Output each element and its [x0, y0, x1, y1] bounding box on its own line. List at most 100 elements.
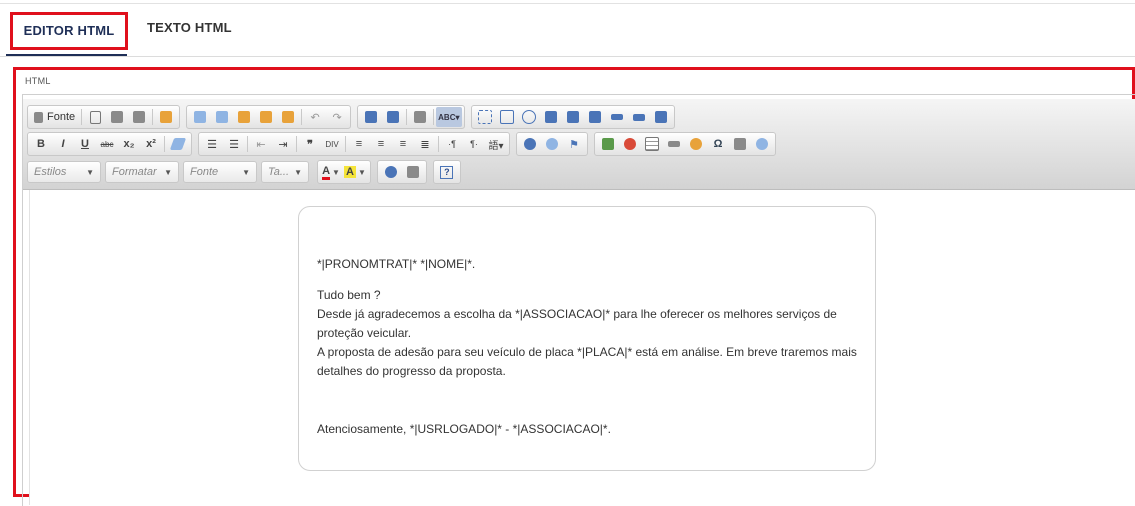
unlink-button[interactable]: [541, 134, 563, 154]
justify-button[interactable]: ≣: [414, 134, 436, 154]
link-button[interactable]: [519, 134, 541, 154]
bulleted-list-button[interactable]: ☰: [223, 134, 245, 154]
language-icon: 語▾: [488, 140, 504, 152]
anchor-button[interactable]: ⚑: [563, 134, 585, 154]
page-break-button[interactable]: [729, 134, 751, 154]
editor-label: HTML: [25, 76, 51, 86]
select-button[interactable]: [584, 107, 606, 127]
maximize-button[interactable]: [380, 162, 402, 182]
smiley-button[interactable]: [685, 134, 707, 154]
superscript-button[interactable]: x²: [140, 134, 162, 154]
tab-texto-html[interactable]: TEXTO HTML: [147, 12, 232, 44]
checkbox-button[interactable]: [496, 107, 518, 127]
show-blocks-button[interactable]: [402, 162, 424, 182]
toolbar-group-tools: [376, 160, 427, 184]
source-icon: [34, 111, 43, 123]
flash-button[interactable]: [619, 134, 641, 154]
paste-text-button[interactable]: [255, 107, 277, 127]
select-icon: [588, 111, 601, 123]
underline-button[interactable]: U: [74, 134, 96, 154]
print-button[interactable]: [128, 107, 150, 127]
background-color-button[interactable]: A ▼: [342, 162, 368, 182]
greeting-line: *|PRONOMTRAT|* *|NOME|*.: [317, 257, 476, 271]
align-center-button[interactable]: ≡: [370, 134, 392, 154]
body-line-3: A proposta de adesão para seu veículo de…: [317, 345, 857, 378]
imagebutton-button[interactable]: [628, 107, 650, 127]
toolbar-group-basicstyles: B I U abc x₂ x²: [27, 132, 192, 156]
toolbar-group-clipboard: ↶ ↷: [186, 105, 352, 129]
new-page-button[interactable]: [84, 107, 106, 127]
replace-button[interactable]: [382, 107, 404, 127]
templates-button[interactable]: [155, 107, 177, 127]
tab-editor-html[interactable]: EDITOR HTML: [10, 12, 128, 50]
justify-icon: ≣: [420, 138, 430, 151]
outdent-button[interactable]: ⇤: [250, 134, 272, 154]
show-blocks-icon: [406, 166, 419, 178]
font-dropdown[interactable]: Fonte ▼: [183, 161, 257, 183]
image-icon: [602, 138, 614, 150]
language-button[interactable]: 語▾: [485, 134, 507, 154]
strike-button[interactable]: abc: [96, 134, 118, 154]
select-all-button[interactable]: [409, 107, 431, 127]
toolbar-group-paragraph: ☰ ☰ ⇤ ⇥ ❞ DIV ≡ ≡ ≡ ≣ ·¶ ¶· 語▾: [198, 132, 510, 156]
align-right-button[interactable]: ≡: [392, 134, 414, 154]
find-button[interactable]: [360, 107, 382, 127]
bold-button[interactable]: B: [30, 134, 52, 154]
rtl-button[interactable]: ¶·: [463, 134, 485, 154]
creatediv-button[interactable]: DIV: [321, 134, 343, 154]
iframe-button[interactable]: [751, 134, 773, 154]
toolbar-group-colors: A ▼ A ▼: [317, 160, 371, 184]
form-button-button[interactable]: [606, 107, 628, 127]
subscript-button[interactable]: x₂: [118, 134, 140, 154]
preview-icon: [111, 111, 124, 123]
italic-button[interactable]: I: [52, 134, 74, 154]
image-button[interactable]: [597, 134, 619, 154]
table-button[interactable]: [641, 134, 663, 154]
preview-button[interactable]: [106, 107, 128, 127]
format-dropdown[interactable]: Formatar ▼: [105, 161, 179, 183]
textfield-button[interactable]: [540, 107, 562, 127]
source-label: Fonte: [47, 111, 76, 123]
numbered-list-button[interactable]: ☰: [201, 134, 223, 154]
flash-icon: [624, 138, 636, 150]
separator: [345, 136, 346, 152]
table-icon: [645, 137, 659, 151]
hiddenfield-button[interactable]: [650, 107, 672, 127]
indent-icon: ⇥: [278, 138, 288, 151]
horizontal-rule-button[interactable]: [663, 134, 685, 154]
toolbar-row-3: Estilos ▼ Formatar ▼ Fonte ▼ Ta... ▼ A ▼ A ▼ ?: [27, 160, 467, 184]
remove-format-button[interactable]: [167, 134, 189, 154]
about-button[interactable]: ?: [436, 162, 458, 182]
ltr-button[interactable]: ·¶: [441, 134, 463, 154]
form-button[interactable]: [474, 107, 496, 127]
find-icon: [365, 111, 378, 123]
separator: [301, 109, 303, 125]
background-color-icon: A: [344, 166, 356, 178]
indent-button[interactable]: ⇥: [272, 134, 294, 154]
paste-word-button[interactable]: [277, 107, 299, 127]
spellcheck-button[interactable]: ABC▾: [436, 107, 462, 127]
toolbar-group-forms: [470, 105, 675, 129]
undo-button[interactable]: ↶: [304, 107, 326, 127]
paste-button[interactable]: [233, 107, 255, 127]
redo-button[interactable]: ↷: [326, 107, 348, 127]
bulleted-list-icon: ☰: [229, 138, 239, 151]
email-card[interactable]: *|PRONOMTRAT|* *|NOME|*. Tudo bem ? Desd…: [298, 206, 876, 471]
textarea-button[interactable]: [562, 107, 584, 127]
styles-dropdown[interactable]: Estilos ▼: [27, 161, 101, 183]
unlink-icon: [546, 138, 558, 150]
blockquote-button[interactable]: ❞: [299, 134, 321, 154]
chevron-down-icon: ▼: [164, 167, 172, 177]
special-char-button[interactable]: Ω: [707, 134, 729, 154]
separator: [296, 136, 297, 152]
textarea-icon: [566, 111, 579, 123]
separator: [406, 109, 408, 125]
size-dropdown[interactable]: Ta... ▼: [261, 161, 309, 183]
flag-icon: ⚑: [569, 138, 579, 151]
align-left-button[interactable]: ≡: [348, 134, 370, 154]
radio-button[interactable]: [518, 107, 540, 127]
text-color-button[interactable]: A ▼: [320, 162, 342, 182]
source-button[interactable]: Fonte: [30, 107, 79, 127]
cut-button[interactable]: [189, 107, 211, 127]
copy-button[interactable]: [211, 107, 233, 127]
